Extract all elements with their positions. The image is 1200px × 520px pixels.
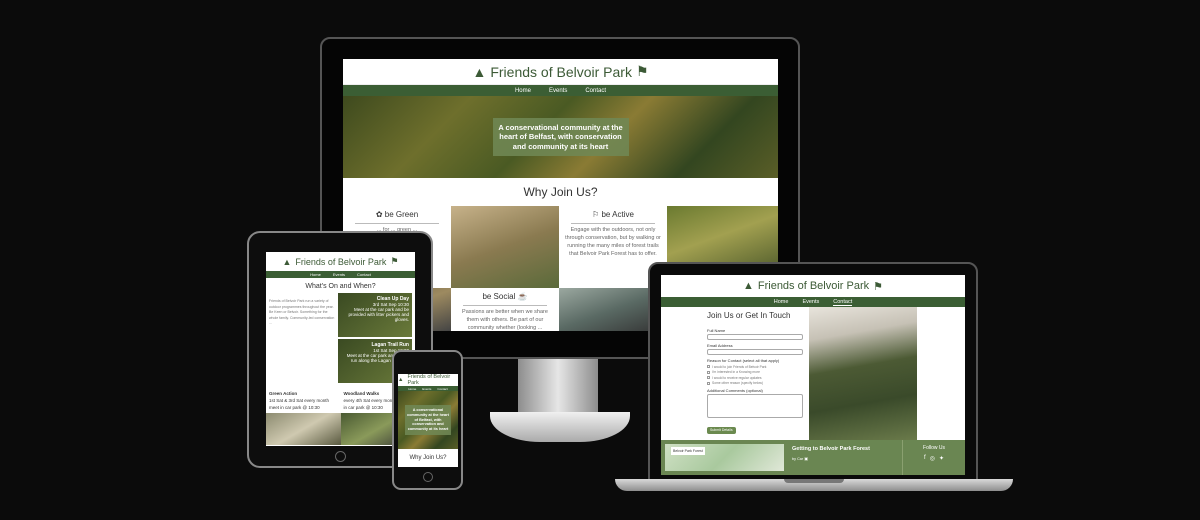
option-label: I'm interested in a Knowing more [712, 370, 760, 374]
seedling-icon: ✿ [375, 210, 383, 219]
getting-sub: by Car [792, 457, 804, 461]
nav-home[interactable]: Home [515, 88, 531, 94]
coffee-icon: ☕ [517, 292, 528, 301]
photo-family-forest [809, 307, 917, 440]
getting-there: Getting to Belvoir Park Forest by Car ▣ [788, 440, 902, 475]
photo-volunteers [266, 413, 341, 446]
email-input[interactable] [707, 349, 803, 355]
main-nav: Home Events Contact [343, 85, 778, 96]
be-active-text: Engage with the outdoors, not only throu… [565, 226, 661, 257]
tree-icon: ▲ [282, 256, 292, 267]
nav-contact[interactable]: Contact [833, 299, 853, 306]
walking-icon: ⚐ [592, 210, 600, 219]
phone-home-button [423, 472, 433, 482]
map-label: Belvoir Park Forest [671, 447, 705, 455]
tree-icon: ▲ [398, 377, 404, 383]
why-join-title: Why Join Us? [409, 455, 447, 461]
full-name-input[interactable] [707, 334, 803, 340]
checkbox[interactable] [707, 376, 710, 379]
events-title: What's On and When? [305, 283, 376, 290]
reason-option-join[interactable]: I would to join Friends of Belvoir Park [707, 365, 803, 369]
site-logo[interactable]: Friends of Belvoir Park [758, 280, 869, 292]
nav-contact[interactable]: Contact [437, 387, 447, 391]
site-header: ▲ Friends of Belvoir Park ⚑ [661, 275, 965, 297]
be-active-title: be Active [601, 210, 634, 219]
getting-title: Getting to Belvoir Park Forest [792, 446, 870, 452]
laptop-notch [784, 479, 844, 483]
be-social-card: be Social ☕ Passions are better when we … [451, 288, 559, 331]
checkbox[interactable] [707, 381, 710, 385]
contact-main: Join Us or Get In Touch Full Name Email … [661, 307, 965, 440]
nav-contact[interactable]: Contact [585, 88, 606, 94]
nav-home[interactable]: Home [774, 299, 789, 305]
comments-label: Additional Comments (optional) [707, 388, 763, 393]
checkbox[interactable] [707, 370, 710, 374]
reason-label: Reason for Contact (select all that appl… [707, 358, 780, 363]
contact-title: Join Us or Get In Touch [707, 311, 791, 320]
tree-icon: ▲ [742, 280, 754, 292]
hero-tagline: A conservational community at the heart … [405, 404, 451, 436]
tablet-home-button [335, 451, 346, 462]
be-social-title: be Social [482, 292, 516, 301]
nav-events[interactable]: Events [422, 387, 431, 391]
nav-contact[interactable]: Contact [357, 272, 371, 277]
hero-tagline: A conservational community at the heart … [492, 117, 629, 157]
reason-option-updates[interactable]: I would to receive regular updates [707, 376, 803, 380]
nav-home[interactable]: Home [310, 272, 321, 277]
site-logo[interactable]: Friends of Belvoir Park [490, 64, 632, 80]
site-header: ▲ Friends of Belvoir Park ⚑ [343, 59, 778, 85]
events-intro: Friends of Belvoir Park run a variety of… [269, 299, 335, 326]
green-action-item: Green Action 1st Sat & 3rd Sat every mon… [266, 389, 341, 413]
why-join-title: Why Join Us? [523, 185, 598, 199]
monitor-stand [518, 359, 598, 414]
option-label: I would to join Friends of Belvoir Park [712, 364, 767, 369]
site-logo[interactable]: Friends of Belvoir Park [407, 374, 458, 386]
tree-icon: ▲ [472, 63, 487, 80]
phone-screen: ▲ Friends of Belvoir Park Home Events Co… [398, 374, 458, 467]
instagram-icon[interactable]: ◎ [930, 455, 935, 462]
social-links: f ◎ ✦ [903, 455, 965, 462]
full-name-label: Full Name [707, 328, 726, 333]
follow-us: Follow Us f ◎ ✦ [902, 440, 965, 475]
option-label: I would to receive regular updates [712, 375, 762, 380]
photo-children-litter [451, 206, 559, 288]
nav-events[interactable]: Events [549, 88, 567, 94]
monitor-base [490, 412, 630, 442]
reason-option-info[interactable]: I'm interested in a Knowing more [707, 370, 803, 374]
hero-banner: A conservational community at the heart … [343, 96, 778, 178]
contact-form: Join Us or Get In Touch Full Name Email … [661, 307, 809, 440]
follow-title: Follow Us [923, 445, 945, 451]
comments-textarea[interactable] [707, 394, 803, 418]
site-footer: Belvoir Park Forest Getting to Belvoir P… [661, 440, 965, 475]
map-embed[interactable]: Belvoir Park Forest [665, 444, 784, 471]
be-social-text: Passions are better when we share them w… [462, 308, 548, 331]
main-nav: Home Events Contact [266, 271, 415, 278]
site-header: ▲ Friends of Belvoir Park ⚑ [266, 252, 415, 271]
checkbox[interactable] [707, 365, 710, 368]
signpost-icon: ⚑ [873, 280, 884, 293]
event-text: Meet at the car park and be provided wit… [348, 307, 409, 322]
nav-home[interactable]: Home [408, 387, 416, 391]
laptop-screen: ▲ Friends of Belvoir Park ⚑ Home Events … [661, 275, 965, 475]
be-green-title: be Green [384, 210, 419, 219]
site-header: ▲ Friends of Belvoir Park [398, 374, 458, 386]
reason-option-other[interactable]: Some other reason (specify below) [707, 381, 803, 385]
main-nav: Home Events Contact [661, 297, 965, 307]
hero-banner: A conservational community at the heart … [398, 391, 458, 449]
signpost-icon: ⚑ [635, 63, 649, 79]
option-label: Some other reason (specify below) [712, 381, 763, 385]
submit-button[interactable]: Submit Details [707, 426, 736, 434]
green-action-text: 1st Sat & 3rd Sat every month meet in ca… [269, 397, 330, 410]
woodland-walks-title: Woodland Walks [343, 391, 380, 396]
email-label: Email Address [707, 343, 733, 348]
car-icon: ▣ [804, 457, 808, 461]
green-action-title: Green Action [269, 391, 298, 396]
nav-events[interactable]: Events [333, 272, 345, 277]
facebook-icon[interactable]: f [924, 455, 926, 462]
twitter-icon[interactable]: ✦ [939, 455, 944, 462]
event-card[interactable]: Clean Up Day 3rd Sat Sep 10:30 Meet at t… [338, 293, 412, 337]
site-logo[interactable]: Friends of Belvoir Park [295, 257, 386, 267]
nav-events[interactable]: Events [802, 299, 819, 305]
signpost-icon: ⚑ [390, 256, 399, 266]
